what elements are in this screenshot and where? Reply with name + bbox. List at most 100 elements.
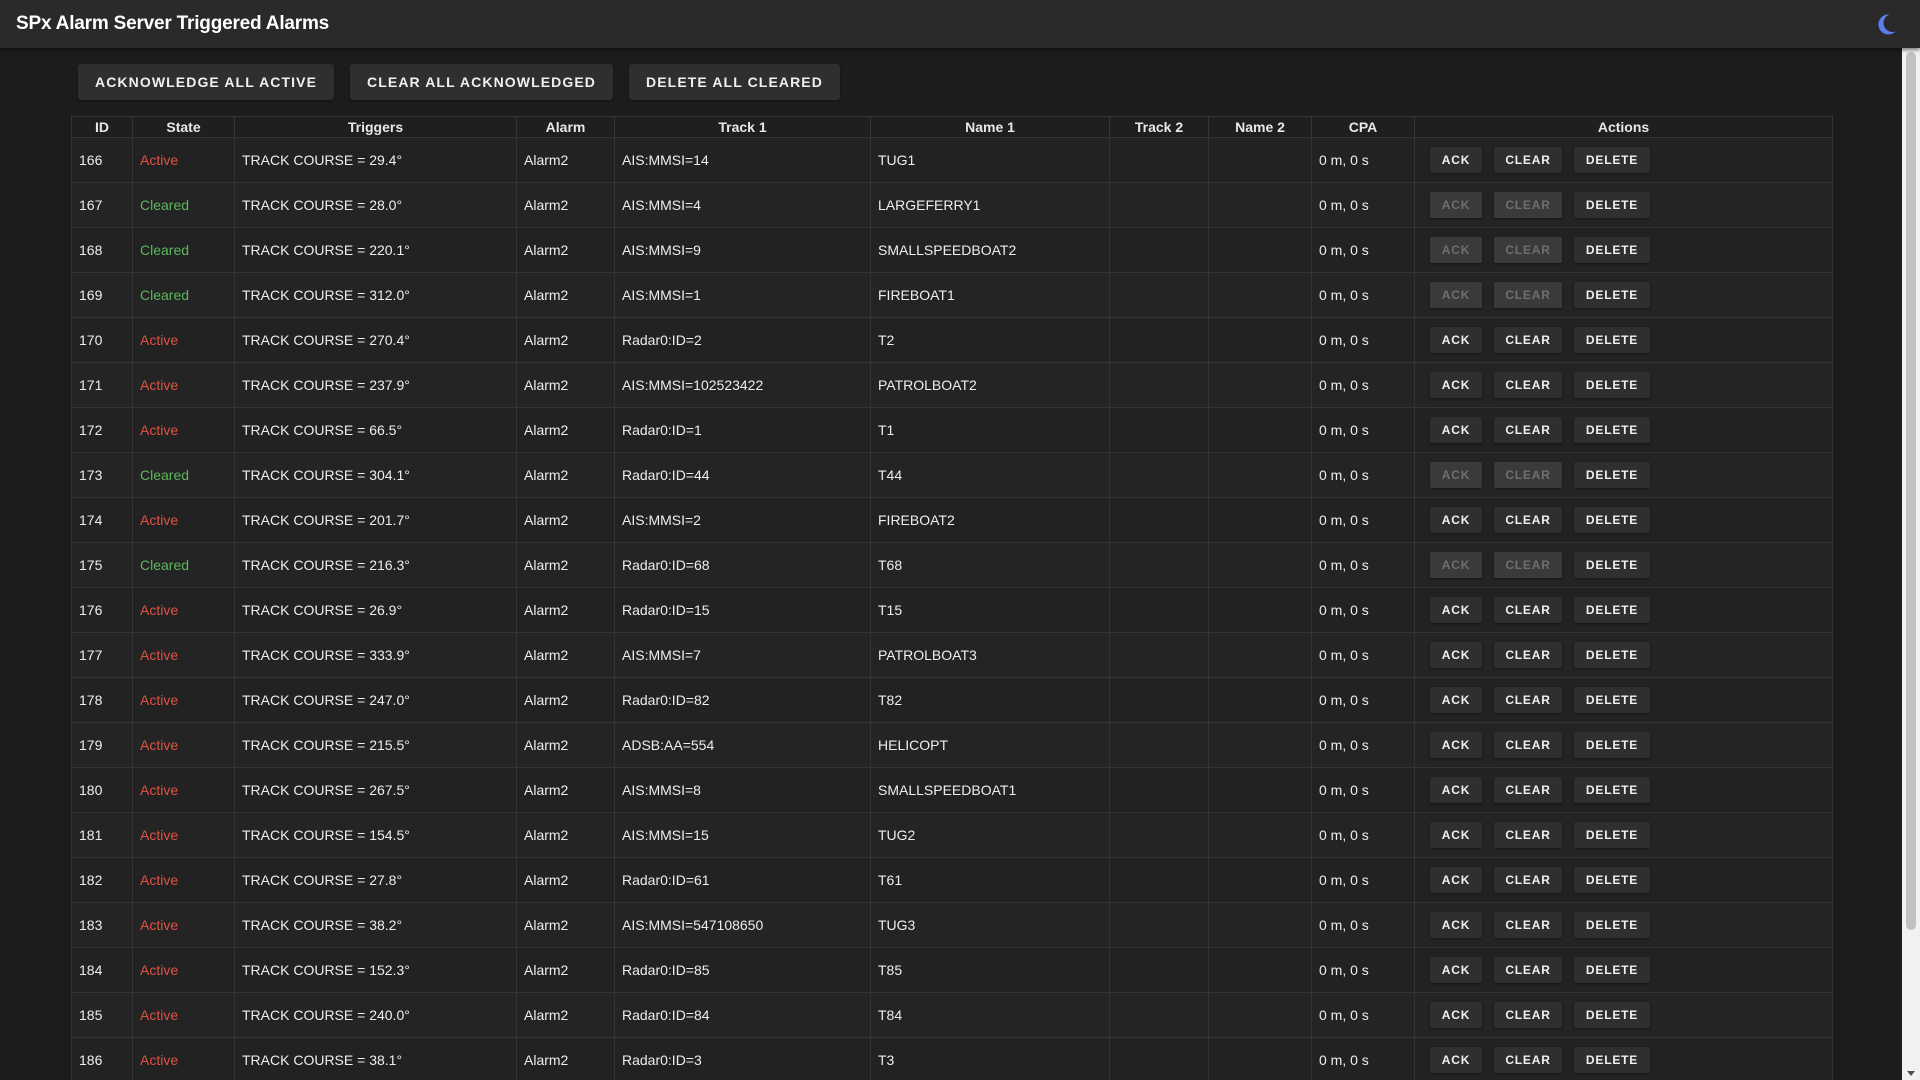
vertical-scrollbar[interactable] [1902,48,1920,1080]
ack-button[interactable]: ACK [1430,867,1482,893]
cell-state: Active [132,947,235,993]
ack-button[interactable]: ACK [1430,507,1482,533]
clear-button[interactable]: CLEAR [1494,777,1562,803]
delete-button[interactable]: DELETE [1574,597,1650,623]
cell-id: 179 [71,722,133,768]
ack-button[interactable]: ACK [1430,147,1482,173]
cell-cpa: 0 m, 0 s [1311,452,1415,498]
table-row: 167 Cleared TRACK COURSE = 28.0° Alarm2 AIS:… [71,182,1833,228]
clear-button[interactable]: CLEAR [1494,1002,1562,1028]
delete-button[interactable]: DELETE [1574,1047,1650,1073]
cell-track2 [1109,1037,1209,1080]
delete-button[interactable]: DELETE [1574,327,1650,353]
delete-button[interactable]: DELETE [1574,822,1650,848]
delete-button[interactable]: DELETE [1574,462,1650,488]
clear-all-acknowledged-button[interactable]: CLEAR ALL ACKNOWLEDGED [350,64,614,100]
cell-track1: AIS:MMSI=8 [614,767,871,813]
cell-name1: TUG2 [870,812,1110,858]
cell-name2 [1208,632,1312,678]
clear-button[interactable]: CLEAR [1494,957,1562,983]
cell-state: Cleared [132,182,235,228]
cell-alarm: Alarm2 [516,272,615,318]
clear-button[interactable]: CLEAR [1494,642,1562,668]
cell-trigger: TRACK COURSE = 304.1° [234,452,517,498]
clear-button[interactable]: CLEAR [1494,822,1562,848]
cell-state: Active [132,587,235,633]
clear-button[interactable]: CLEAR [1494,507,1562,533]
ack-button[interactable]: ACK [1430,957,1482,983]
delete-button[interactable]: DELETE [1574,147,1650,173]
delete-button[interactable]: DELETE [1574,237,1650,263]
clear-button[interactable]: CLEAR [1494,147,1562,173]
delete-button[interactable]: DELETE [1574,417,1650,443]
cell-track2 [1109,947,1209,993]
clear-button[interactable]: CLEAR [1494,912,1562,938]
cell-name2 [1208,677,1312,723]
ack-button[interactable]: ACK [1430,732,1482,758]
clear-button[interactable]: CLEAR [1494,1047,1562,1073]
scroll-down-arrow-icon[interactable] [1907,1071,1915,1076]
clear-button[interactable]: CLEAR [1494,687,1562,713]
cell-track2 [1109,272,1209,318]
theme-toggle-button[interactable] [1874,12,1898,36]
cell-track1: Radar0:ID=3 [614,1037,871,1080]
delete-button[interactable]: DELETE [1574,1002,1650,1028]
ack-button[interactable]: ACK [1430,912,1482,938]
delete-button[interactable]: DELETE [1574,777,1650,803]
cell-name2 [1208,722,1312,768]
delete-button[interactable]: DELETE [1574,372,1650,398]
cell-track1: AIS:MMSI=102523422 [614,362,871,408]
clear-button[interactable]: CLEAR [1494,732,1562,758]
cell-cpa: 0 m, 0 s [1311,767,1415,813]
ack-button: ACK [1430,192,1482,218]
ack-button[interactable]: ACK [1430,1047,1482,1073]
cell-track1: AIS:MMSI=4 [614,182,871,228]
ack-button[interactable]: ACK [1430,822,1482,848]
cell-trigger: TRACK COURSE = 66.5° [234,407,517,453]
cell-name1: SMALLSPEEDBOAT2 [870,227,1110,273]
delete-button[interactable]: DELETE [1574,912,1650,938]
cell-trigger: TRACK COURSE = 220.1° [234,227,517,273]
cell-actions: ACK CLEAR DELETE [1414,677,1833,723]
table-row: 181 Active TRACK COURSE = 154.5° Alarm2 AIS:… [71,812,1833,858]
ack-button[interactable]: ACK [1430,327,1482,353]
cell-track1: Radar0:ID=2 [614,317,871,363]
clear-button[interactable]: CLEAR [1494,867,1562,893]
delete-button[interactable]: DELETE [1574,867,1650,893]
cell-name1: T3 [870,1037,1110,1080]
ack-button[interactable]: ACK [1430,597,1482,623]
delete-all-cleared-button[interactable]: DELETE ALL CLEARED [629,64,840,100]
delete-button[interactable]: DELETE [1574,687,1650,713]
ack-button[interactable]: ACK [1430,372,1482,398]
ack-button[interactable]: ACK [1430,777,1482,803]
delete-button[interactable]: DELETE [1574,732,1650,758]
delete-button[interactable]: DELETE [1574,957,1650,983]
delete-button[interactable]: DELETE [1574,192,1650,218]
cell-track2 [1109,452,1209,498]
delete-button[interactable]: DELETE [1574,507,1650,533]
ack-button[interactable]: ACK [1430,642,1482,668]
table-row: 177 Active TRACK COURSE = 333.9° Alarm2 AIS:… [71,632,1833,678]
ack-button[interactable]: ACK [1430,1002,1482,1028]
cell-track1: Radar0:ID=15 [614,587,871,633]
ack-button[interactable]: ACK [1430,687,1482,713]
ack-button[interactable]: ACK [1430,417,1482,443]
cell-state: Active [132,677,235,723]
cell-trigger: TRACK COURSE = 201.7° [234,497,517,543]
cell-name2 [1208,857,1312,903]
cell-cpa: 0 m, 0 s [1311,497,1415,543]
cell-id: 166 [71,137,133,183]
clear-button[interactable]: CLEAR [1494,327,1562,353]
delete-button[interactable]: DELETE [1574,642,1650,668]
cell-alarm: Alarm2 [516,317,615,363]
scrollbar-thumb[interactable] [1906,52,1916,930]
clear-button[interactable]: CLEAR [1494,597,1562,623]
clear-button[interactable]: CLEAR [1494,417,1562,443]
cell-trigger: TRACK COURSE = 270.4° [234,317,517,363]
delete-button[interactable]: DELETE [1574,552,1650,578]
acknowledge-all-active-button[interactable]: ACKNOWLEDGE ALL ACTIVE [78,64,335,100]
delete-button[interactable]: DELETE [1574,282,1650,308]
clear-button[interactable]: CLEAR [1494,372,1562,398]
cell-name2 [1208,227,1312,273]
app-bar: SPx Alarm Server Triggered Alarms [0,0,1920,48]
